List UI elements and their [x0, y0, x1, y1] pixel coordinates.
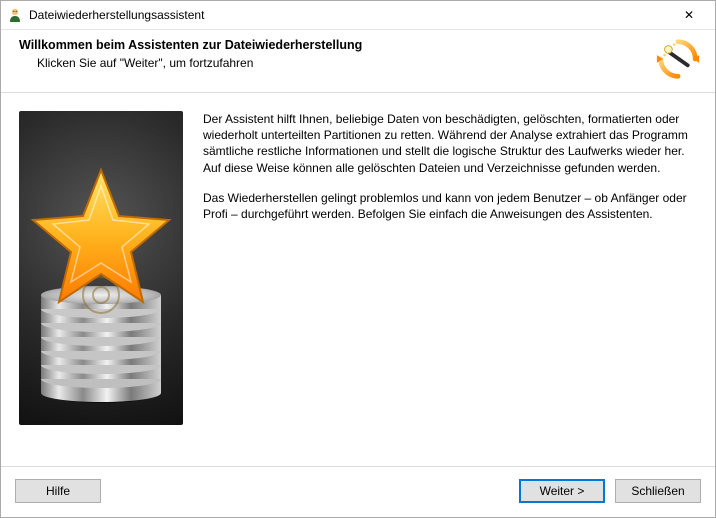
- wizard-body: Der Assistent hilft Ihnen, beliebige Dat…: [1, 93, 715, 466]
- wizard-header-text: Willkommen beim Assistenten zur Dateiwie…: [19, 36, 647, 70]
- close-icon: ✕: [684, 8, 694, 22]
- next-button[interactable]: Weiter >: [519, 479, 605, 503]
- wizard-description: Der Assistent hilft Ihnen, beliebige Dat…: [203, 111, 697, 466]
- help-button[interactable]: Hilfe: [15, 479, 101, 503]
- wizard-subheading: Klicken Sie auf "Weiter", um fortzufahre…: [37, 56, 647, 70]
- app-icon: [7, 7, 23, 23]
- wizard-header: Willkommen beim Assistenten zur Dateiwie…: [1, 30, 715, 93]
- wizard-window: Dateiwiederherstellungsassistent ✕ Willk…: [0, 0, 716, 518]
- window-close-button[interactable]: ✕: [669, 2, 709, 28]
- titlebar: Dateiwiederherstellungsassistent ✕: [1, 1, 715, 30]
- wizard-footer: Hilfe Weiter > Schließen: [1, 466, 715, 517]
- close-button[interactable]: Schließen: [615, 479, 701, 503]
- wizard-paragraph-2: Das Wiederherstellen gelingt problemlos …: [203, 190, 697, 222]
- star-on-disks-icon: [19, 111, 183, 425]
- wizard-heading: Willkommen beim Assistenten zur Dateiwie…: [19, 38, 647, 52]
- magic-wand-icon: [655, 36, 701, 82]
- wizard-paragraph-1: Der Assistent hilft Ihnen, beliebige Dat…: [203, 111, 697, 176]
- window-title: Dateiwiederherstellungsassistent: [29, 8, 669, 22]
